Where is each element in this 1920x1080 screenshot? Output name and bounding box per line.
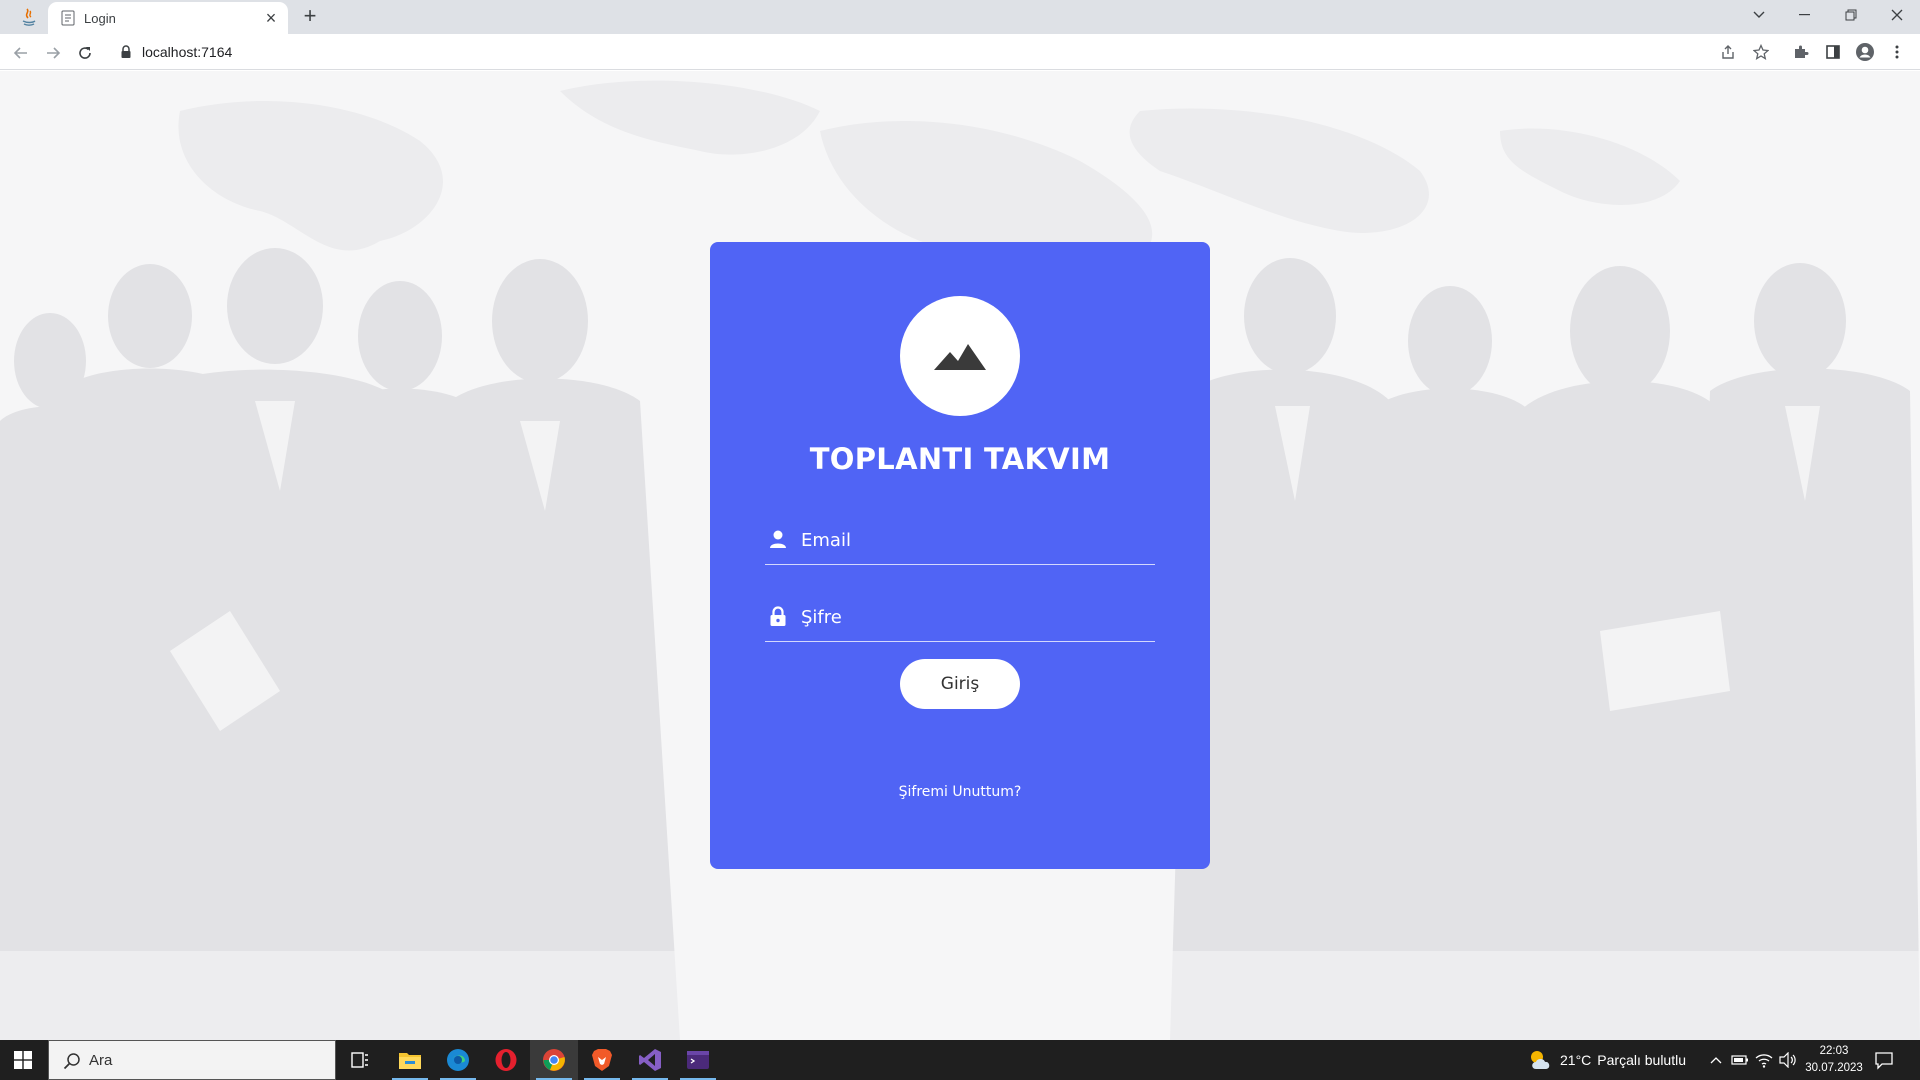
share-icon[interactable] [1716, 40, 1740, 64]
address-bar[interactable]: localhost:7164 [110, 38, 1720, 66]
profile-avatar-icon[interactable] [1853, 40, 1877, 64]
volume-icon[interactable] [1778, 1050, 1798, 1070]
mountain-logo-icon [934, 344, 986, 370]
taskbar-search[interactable]: Ara [48, 1040, 336, 1080]
chrome-icon[interactable] [530, 1040, 578, 1080]
lock-icon [770, 606, 786, 626]
clock-date: 30.07.2023 [1805, 1062, 1863, 1074]
partly-cloudy-icon [1531, 1051, 1550, 1069]
secure-lock-icon [121, 45, 131, 58]
terminal-icon[interactable] [674, 1040, 722, 1080]
windows-start-icon[interactable] [0, 1040, 46, 1080]
file-explorer-icon[interactable] [386, 1040, 434, 1080]
browser-tab-bar: Login × + [0, 0, 1920, 34]
logo-circle [900, 296, 1020, 416]
user-icon [770, 530, 786, 548]
windows-taskbar: Ara 21°C Parçalı bulutlu 22:03 30.07.202… [0, 1040, 1920, 1080]
system-clock[interactable]: 22:03 30.07.2023 [1800, 1043, 1868, 1077]
browser-tab[interactable]: Login × [48, 2, 288, 34]
weather-widget[interactable]: 21°C Parçalı bulutlu [1528, 1040, 1686, 1080]
restore-icon[interactable] [1828, 0, 1874, 30]
battery-icon[interactable] [1730, 1050, 1750, 1070]
notification-center-icon[interactable] [1874, 1050, 1894, 1070]
back-icon[interactable] [8, 40, 34, 66]
edge-icon[interactable] [434, 1040, 482, 1080]
new-tab-button[interactable]: + [298, 5, 322, 29]
minimize-icon[interactable] [1782, 0, 1828, 30]
tab-title: Login [84, 11, 116, 26]
close-window-icon[interactable] [1874, 0, 1920, 30]
weather-description: Parçalı bulutlu [1597, 1052, 1686, 1068]
login-button[interactable]: Giriş [900, 659, 1020, 709]
password-field-group [765, 594, 1155, 642]
close-tab-icon[interactable]: × [262, 9, 280, 27]
reload-icon[interactable] [72, 40, 98, 66]
page-favicon-icon [61, 10, 75, 26]
forward-icon[interactable] [40, 40, 66, 66]
url-text: localhost:7164 [142, 44, 233, 60]
network-icon[interactable] [1754, 1050, 1774, 1070]
brave-icon[interactable] [578, 1040, 626, 1080]
java-app-icon [22, 8, 36, 26]
weather-temperature: 21°C [1560, 1052, 1592, 1068]
email-field-group [765, 517, 1155, 565]
opera-icon[interactable] [482, 1040, 530, 1080]
extensions-icon[interactable] [1789, 40, 1813, 64]
browser-toolbar: localhost:7164 [0, 34, 1920, 70]
login-card: TOPLANTI TAKVIM Giriş Şifremi Unuttum? [710, 242, 1210, 869]
side-panel-icon[interactable] [1821, 40, 1845, 64]
visual-studio-icon[interactable] [626, 1040, 674, 1080]
clock-time: 22:03 [1819, 1045, 1849, 1057]
app-title: TOPLANTI TAKVIM [809, 442, 1111, 476]
tab-search-icon[interactable] [1736, 0, 1782, 30]
search-icon [63, 1053, 80, 1070]
task-view-icon[interactable] [336, 1040, 384, 1080]
search-placeholder: Ara [89, 1052, 113, 1069]
browser-menu-icon[interactable] [1885, 40, 1909, 64]
password-input[interactable] [801, 604, 1141, 630]
show-hidden-icons-icon[interactable] [1706, 1050, 1726, 1070]
email-input[interactable] [801, 527, 1141, 553]
page-viewport: TOPLANTI TAKVIM Giriş Şifremi Unuttum? [0, 71, 1920, 1040]
bookmark-star-icon[interactable] [1749, 40, 1773, 64]
forgot-password-link[interactable]: Şifremi Unuttum? [710, 784, 1210, 800]
